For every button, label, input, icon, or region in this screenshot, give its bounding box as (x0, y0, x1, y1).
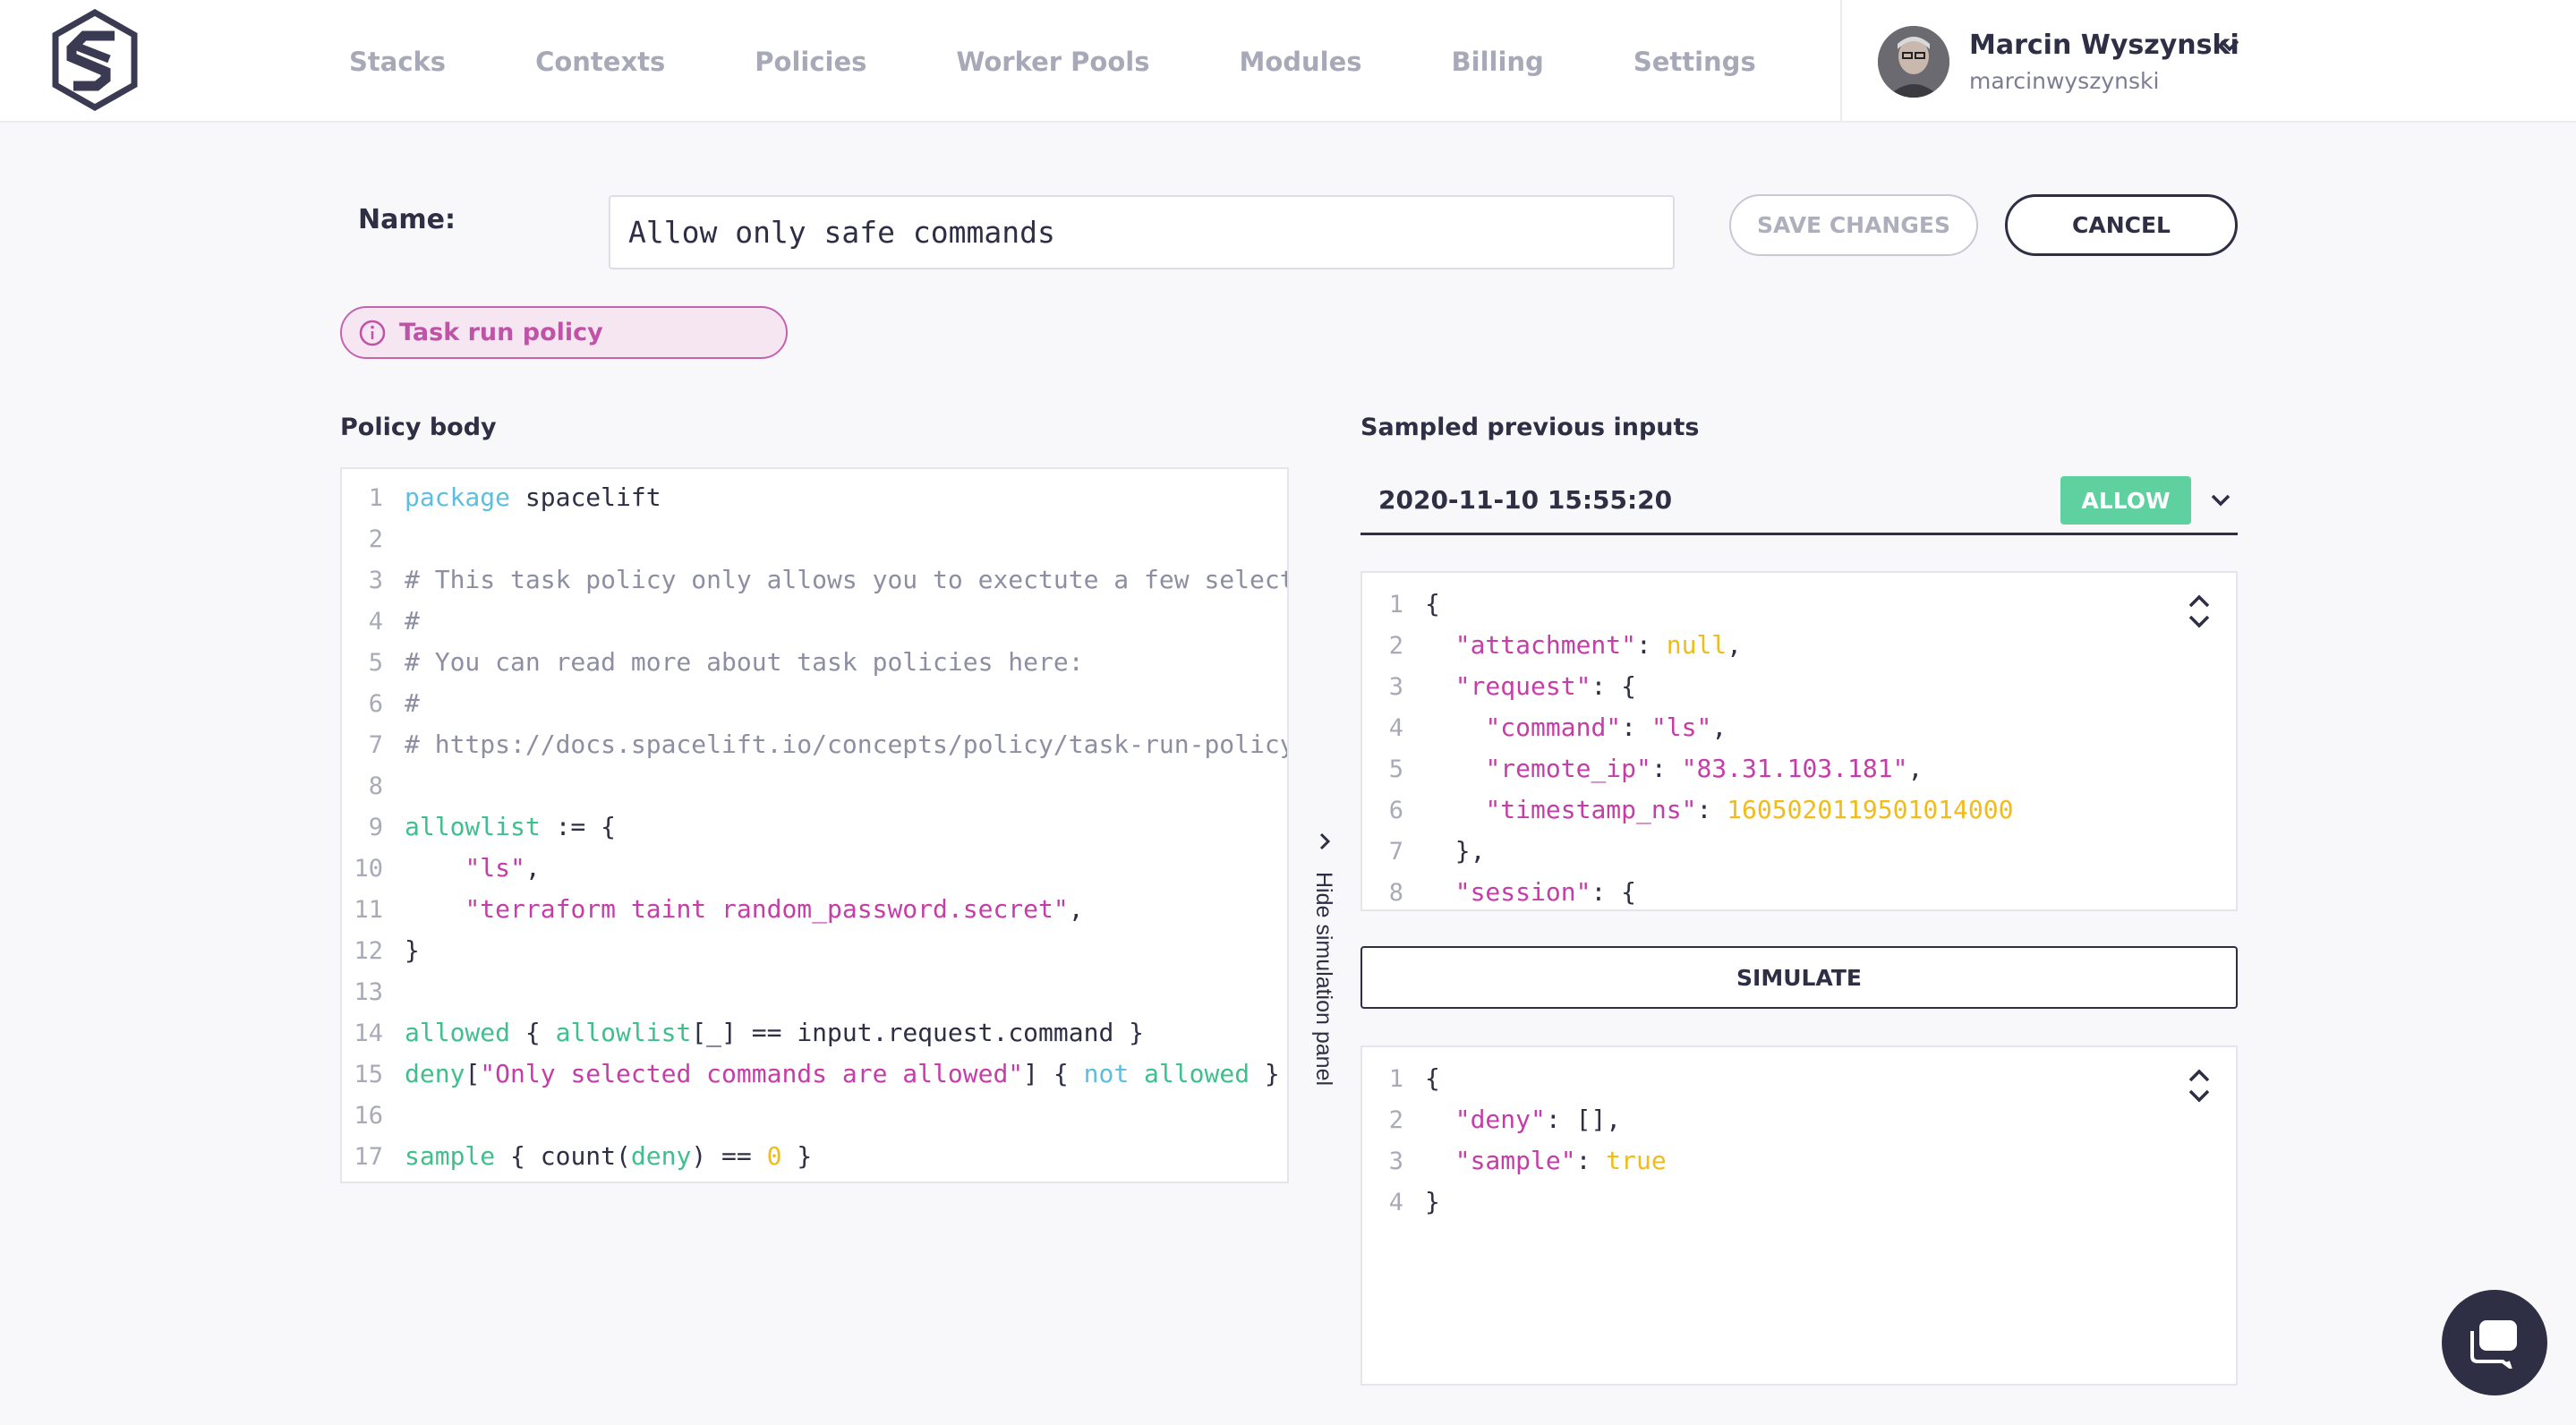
code-line: 15 deny["Only selected commands are allow… (354, 1059, 1280, 1088)
json-line: 2 "deny": [], (1388, 1105, 1622, 1134)
code-line: 7 # https://docs.spacelift.io/concepts/po… (368, 730, 1289, 759)
nav-modules[interactable]: Modules (1239, 47, 1361, 77)
code-line: 12} (354, 935, 420, 965)
user-handle: marcinwyszynski (1969, 68, 2160, 94)
top-navbar: Stacks Contexts Policies Worker Pools Mo… (0, 0, 2576, 123)
json-line: 4} (1388, 1187, 1440, 1216)
output-json-viewer[interactable]: 1{ 2 "deny": [], 3 "sample": true 4} (1361, 1045, 2238, 1386)
policy-type-label: Task run policy (399, 319, 603, 346)
code-line: 6 # (368, 688, 420, 718)
code-line: 3 # This task policy only allows you to e… (368, 565, 1289, 594)
expand-collapse-icon[interactable] (2186, 1067, 2213, 1105)
code-line: 2 (368, 525, 383, 553)
main-nav: Stacks Contexts Policies Worker Pools Mo… (349, 0, 1846, 123)
chevron-right-icon (1319, 832, 1331, 850)
code-line: 8 (368, 772, 383, 800)
json-line: 1{ (1388, 1063, 1440, 1093)
policy-body-title: Policy body (340, 414, 497, 441)
sampled-input-select[interactable]: 2020-11-10 15:55:20 ALLOW (1361, 467, 2238, 535)
code-line: 9 allowlist := { (368, 812, 617, 841)
hide-simulation-panel-toggle[interactable]: Hide simulation panel (1307, 825, 1343, 1103)
header-divider (1840, 0, 1842, 123)
chat-launcher-button[interactable] (2442, 1290, 2547, 1395)
chevron-down-icon[interactable] (2216, 32, 2243, 59)
code-line: 13 (354, 978, 383, 1006)
user-menu[interactable]: Marcin Wyszynski marcinwyszynski (1878, 23, 2239, 100)
policy-type-badge: Task run policy (340, 306, 788, 359)
json-line: 1{ (1388, 589, 1440, 619)
json-line: 5 "remote_ip": "83.31.103.181", (1388, 754, 1923, 783)
json-line: 6 "timestamp_ns": 1605020119501014000 (1388, 795, 2014, 824)
code-line: 1 package spacelift (368, 482, 661, 512)
code-line: 14 allowed { allowlist[_] == input.reques… (354, 1018, 1145, 1047)
code-line: 5 # You can read more about task policies… (368, 647, 1084, 677)
json-line: 3 "sample": true (1388, 1146, 1667, 1175)
decision-badge: ALLOW (2060, 476, 2191, 525)
nav-policies[interactable]: Policies (755, 47, 866, 77)
json-line: 7 }, (1388, 836, 1486, 866)
nav-stacks[interactable]: Stacks (349, 47, 446, 77)
code-line: 16 (354, 1102, 383, 1130)
json-line: 2 "attachment": null, (1388, 630, 1743, 660)
input-json-viewer[interactable]: 1{ 2 "attachment": null, 3 "request": { … (1361, 571, 2238, 911)
json-line: 3 "request": { (1388, 671, 1637, 701)
expand-collapse-icon[interactable] (2186, 593, 2213, 630)
name-label: Name: (358, 204, 456, 235)
nav-billing[interactable]: Billing (1452, 47, 1544, 77)
chat-icon (2470, 1320, 2517, 1369)
policy-name-input[interactable] (609, 195, 1675, 269)
avatar (1878, 26, 1949, 98)
nav-worker-pools[interactable]: Worker Pools (956, 47, 1149, 77)
code-line: 10 "ls", (354, 853, 541, 883)
cancel-button[interactable]: CANCEL (2005, 194, 2238, 256)
spacelift-logo[interactable] (50, 9, 140, 111)
json-line: 8 "session": { (1388, 877, 1637, 907)
policy-code-editor[interactable]: 1 package spacelift 2 3 # This task policy… (340, 467, 1289, 1183)
save-changes-button[interactable]: SAVE CHANGES (1729, 194, 1978, 256)
chevron-down-icon[interactable] (2207, 487, 2234, 514)
json-line: 4 "command": "ls", (1388, 712, 1727, 742)
code-line: 11 "terraform taint random_password.secr… (354, 894, 1084, 924)
code-line: 4 # (368, 606, 420, 636)
sampled-inputs-title: Sampled previous inputs (1361, 414, 1700, 441)
info-icon (359, 320, 386, 346)
hide-simulation-panel-label: Hide simulation panel (1311, 872, 1336, 1087)
nav-settings[interactable]: Settings (1633, 47, 1756, 77)
nav-contexts[interactable]: Contexts (535, 47, 665, 77)
code-line: 17 sample { count(deny) == 0 } (354, 1141, 813, 1171)
simulate-button[interactable]: SIMULATE (1361, 946, 2238, 1009)
user-name: Marcin Wyszynski (1969, 30, 2239, 61)
sample-date: 2020-11-10 15:55:20 (1378, 485, 1673, 515)
